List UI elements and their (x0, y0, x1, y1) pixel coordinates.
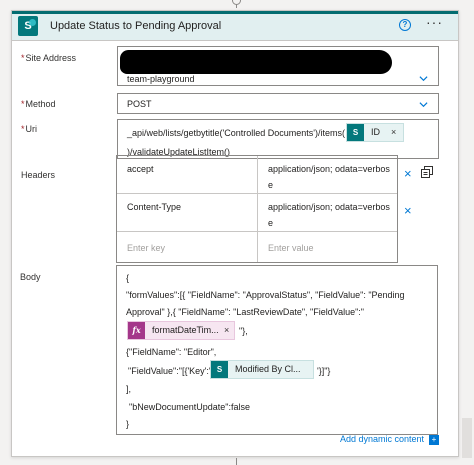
body-line: { (126, 273, 130, 283)
header-value-content-type-wrap: e (268, 218, 274, 228)
flow-connector-top (229, 0, 245, 8)
body-line: '}]"} (317, 366, 331, 376)
body-line: {"FieldName": "Editor", (126, 347, 217, 357)
action-title[interactable]: Update Status to Pending Approval (50, 20, 221, 32)
body-line: Approval" },{ "FieldName": "LastReviewDa… (126, 307, 364, 317)
method-label: *Method (21, 99, 56, 109)
body-line: } (126, 419, 130, 429)
body-line: "FieldValue":"[{'Key':' (128, 366, 211, 376)
new-header-value-input[interactable]: Enter value (268, 243, 314, 253)
card-header[interactable]: S Update Status to Pending Approval ? ··… (12, 11, 458, 41)
close-icon[interactable]: × (391, 124, 396, 141)
more-options-icon[interactable]: ··· (426, 14, 443, 30)
id-token[interactable]: S ID × (346, 123, 404, 142)
format-date-time-token[interactable]: fx formatDateTim... × (127, 321, 235, 340)
remove-header-content-type-icon[interactable]: × (404, 204, 412, 217)
switch-to-text-mode-icon[interactable] (421, 166, 433, 178)
add-dynamic-content-icon[interactable]: + (429, 435, 439, 445)
uri-label: *Uri (21, 124, 38, 134)
body-input[interactable]: { "formValues":[{ "FieldName": "Approval… (116, 265, 438, 435)
body-line: ], (126, 384, 132, 394)
uri-input[interactable]: _api/web/lists/getbytitle('Controlled Do… (117, 119, 439, 159)
site-address-value: team-playground (127, 74, 195, 84)
chevron-down-icon[interactable] (419, 100, 428, 109)
headers-table: accept application/json; odata=verbos e … (116, 155, 398, 263)
close-icon[interactable]: × (224, 322, 229, 339)
site-address-dropdown[interactable]: team-playground (117, 46, 439, 86)
chevron-down-icon[interactable] (419, 74, 428, 83)
body-line: "}, (239, 326, 248, 336)
sharepoint-icon: S (347, 124, 364, 141)
flow-connector-bottom (236, 458, 237, 465)
site-address-label: *Site Address (21, 53, 77, 63)
header-value-accept[interactable]: application/json; odata=verbos (268, 164, 390, 174)
header-value-accept-wrap: e (268, 180, 274, 190)
modified-by-claims-token[interactable]: S Modified By Cl... (210, 360, 314, 379)
header-value-content-type[interactable]: application/json; odata=verbos (268, 202, 390, 212)
sharepoint-icon: S (211, 361, 228, 378)
header-key-accept[interactable]: accept (127, 164, 154, 174)
body-label: Body (20, 272, 41, 282)
method-value: POST (127, 99, 152, 109)
body-line: "bNewDocumentUpdate":false (129, 402, 250, 412)
expression-fx-icon: fx (128, 322, 145, 339)
headers-label: Headers (21, 170, 56, 180)
header-key-content-type[interactable]: Content-Type (127, 202, 181, 212)
redacted-url (120, 50, 392, 74)
sharepoint-icon: S (18, 16, 38, 36)
body-line: "formValues":[{ "FieldName": "ApprovalSt… (126, 290, 405, 300)
new-header-key-input[interactable]: Enter key (127, 243, 165, 253)
method-dropdown[interactable]: POST (117, 93, 439, 114)
add-dynamic-content-link[interactable]: Add dynamic content (340, 434, 424, 444)
uri-text-line1: _api/web/lists/getbytitle('Controlled Do… (127, 128, 346, 138)
help-icon[interactable]: ? (399, 19, 411, 31)
scrollbar[interactable] (462, 418, 472, 458)
remove-header-accept-icon[interactable]: × (404, 167, 412, 180)
